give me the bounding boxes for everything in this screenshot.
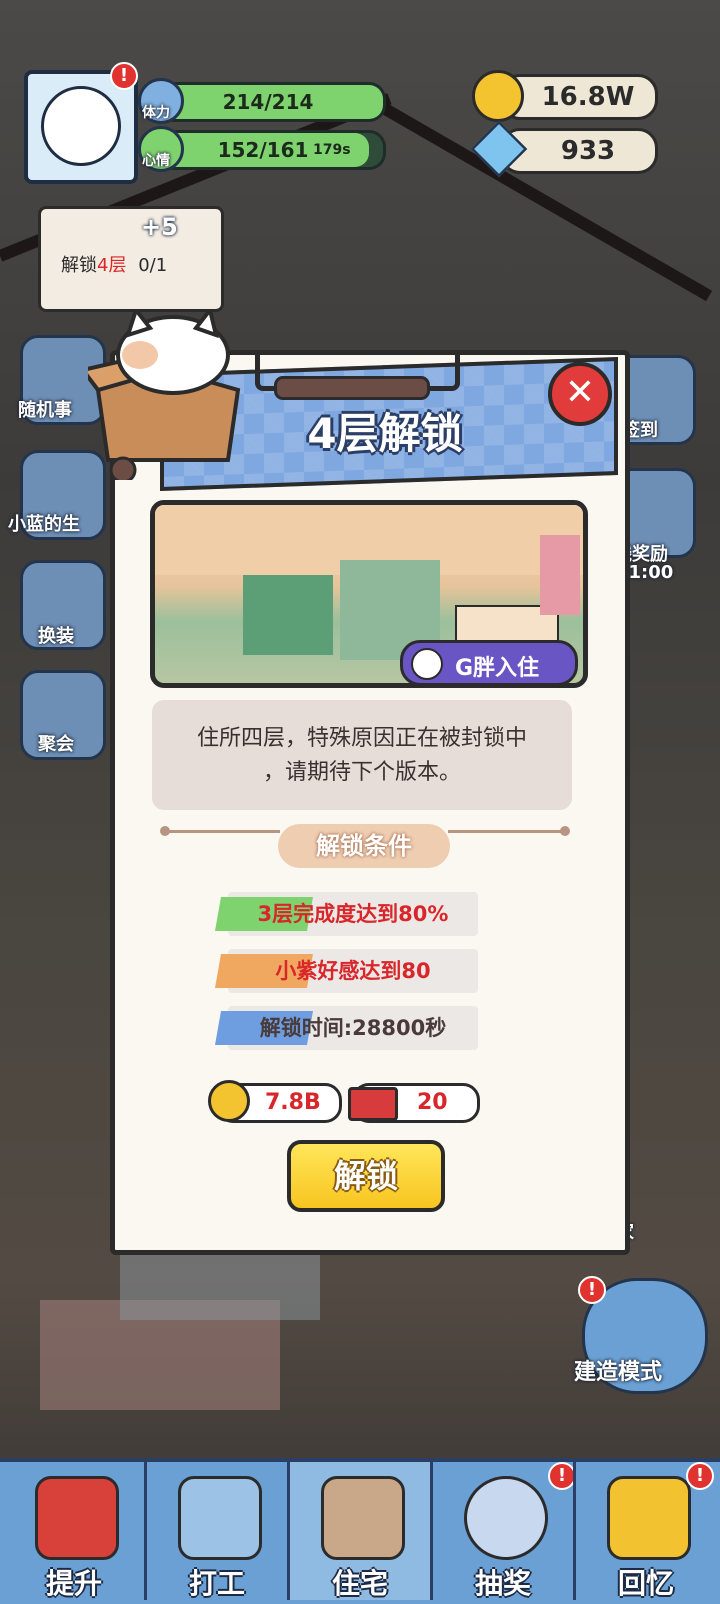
task-progress: 0/1 (138, 255, 168, 276)
divider-right (448, 830, 564, 833)
resident-face-icon (411, 648, 443, 680)
task-reward: +5 (141, 213, 178, 241)
mood-timer: 179s (313, 142, 351, 158)
coin-value: 16.8W (541, 82, 635, 112)
clipboard-bar (274, 376, 430, 400)
conditions-header: 解锁条件 (278, 824, 450, 868)
camera-icon (607, 1476, 691, 1560)
home-room-icon (321, 1476, 405, 1560)
task-label: 解锁 (61, 255, 97, 276)
task-text: 解锁4层 0/1 (61, 251, 167, 277)
preview-curtain (540, 535, 580, 615)
work-monitor-icon (178, 1476, 262, 1560)
divider-dot-right (560, 826, 570, 836)
stamina-value: 214/214 (222, 90, 314, 114)
coin-cost-value: 7.8B (265, 1090, 321, 1115)
nav-label-memory: 回忆 (617, 1567, 674, 1600)
condition-row: 解锁时间:28800秒 (215, 1006, 478, 1050)
avatar-face (41, 86, 121, 166)
notice-line-2: ，请期待下个版本。 (262, 760, 461, 785)
preview-shower (243, 575, 333, 655)
gold-coin-icon (208, 1080, 250, 1122)
nav-label-lottery: 抽奖 (474, 1567, 531, 1600)
mood-label: 心情 (142, 153, 170, 169)
close-button[interactable]: ✕ (548, 362, 612, 426)
lottery-alert-badge: ! (548, 1462, 576, 1490)
upgrade-book-icon (35, 1476, 119, 1560)
build-mode-alert: ! (578, 1276, 606, 1304)
notice-text: 住所四层，特殊原因正在被封锁中 ，请期待下个版本。 (170, 722, 554, 790)
nav-label-work: 打工 (188, 1567, 245, 1600)
gem-value: 933 (560, 136, 616, 166)
stamina-label: 体力 (142, 105, 170, 121)
resident-tag: G胖入住 (400, 640, 578, 686)
condition-row: 3层完成度达到80% (215, 892, 478, 936)
nav-tab-work[interactable]: 打工 (147, 1462, 287, 1600)
memory-alert-badge: ! (686, 1462, 714, 1490)
nav-label-upgrade: 提升 (45, 1567, 102, 1600)
nav-tab-home[interactable]: 住宅 (290, 1462, 430, 1600)
condition-text: 小紫好感达到80 (275, 959, 431, 983)
notice-line-1: 住所四层，特殊原因正在被封锁中 (196, 726, 527, 751)
brick-icon (348, 1087, 398, 1121)
cat-in-box-mascot (88, 310, 241, 480)
condition-text: 3层完成度达到80% (257, 902, 449, 926)
xiaolan-life-label: 小蓝的生 (8, 514, 80, 535)
condition-text: 解锁时间:28800秒 (259, 1016, 447, 1040)
nav-label-home: 住宅 (331, 1567, 388, 1600)
party-label: 聚会 (38, 734, 74, 755)
random-event-label: 随机事 (18, 400, 72, 421)
nav-tab-upgrade[interactable]: 提升 (4, 1462, 144, 1600)
divider-left (164, 830, 280, 833)
gold-coin-icon (472, 70, 524, 122)
gacha-machine-icon (464, 1476, 548, 1560)
brick-cost-value: 20 (417, 1090, 448, 1115)
unlock-button[interactable]: 解锁 (287, 1140, 445, 1212)
build-mode-label: 建造模式 (574, 1360, 663, 1385)
stamina-bar[interactable]: 214/214 (150, 82, 386, 122)
condition-row: 小紫好感达到80 (215, 949, 478, 993)
dress-up-label: 换装 (38, 626, 74, 647)
task-card[interactable]: +5 解锁4层 0/1 (38, 206, 224, 312)
mood-bar[interactable]: 152/161 179s (150, 130, 386, 170)
divider-dot-left (160, 826, 170, 836)
task-highlight: 4层 (97, 255, 127, 276)
resident-tag-text: G胖入住 (455, 656, 540, 681)
avatar-alert-badge: ! (110, 62, 138, 90)
